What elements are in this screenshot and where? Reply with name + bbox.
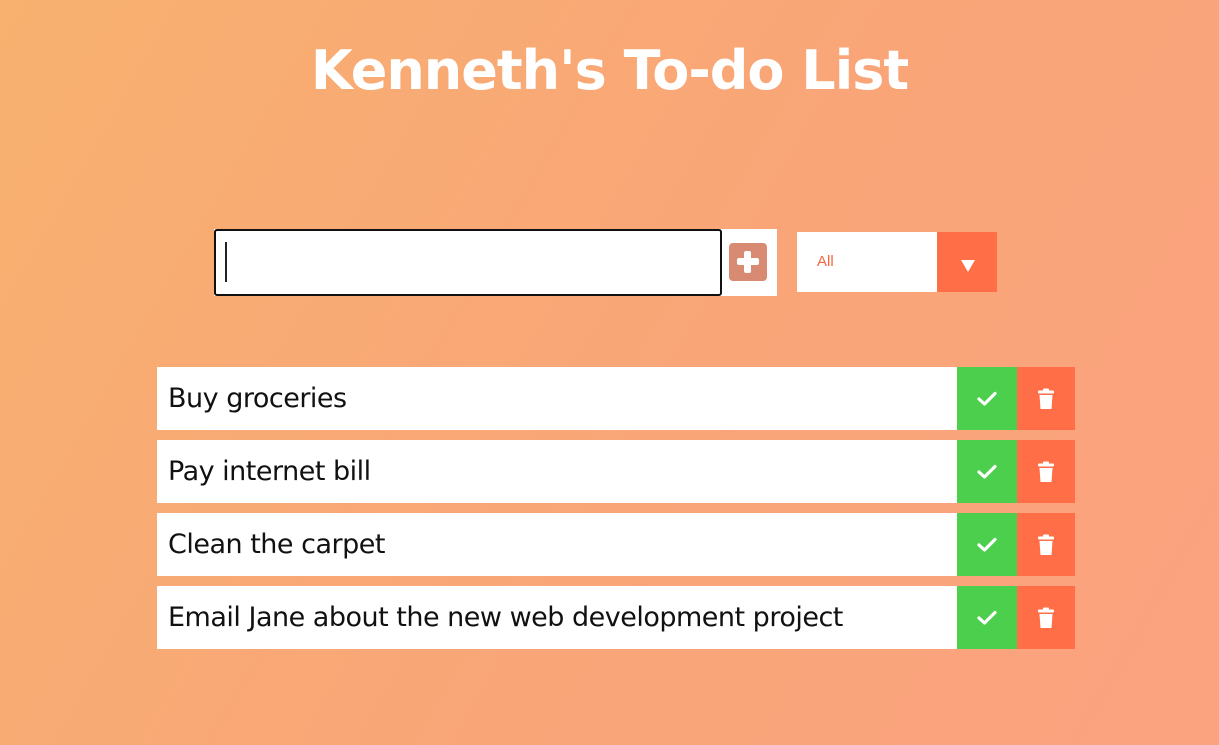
check-icon	[977, 610, 997, 625]
chevron-down-icon	[961, 260, 975, 272]
todo-text: Pay internet bill	[168, 456, 371, 487]
trash-icon	[1038, 388, 1054, 409]
todo-text: Email Jane about the new web development…	[168, 602, 843, 633]
filter-select[interactable]: All	[797, 232, 997, 292]
todo-input[interactable]	[214, 229, 722, 296]
todo-item: Email Jane about the new web development…	[157, 586, 1075, 649]
trash-icon	[1038, 534, 1054, 555]
check-icon	[977, 464, 997, 479]
todo-text: Clean the carpet	[168, 529, 385, 560]
plus-icon	[729, 243, 767, 281]
todo-text: Buy groceries	[168, 383, 347, 414]
todo-item: Pay internet bill	[157, 440, 1075, 503]
todo-list: Buy groceries Pay internet bill Clean th…	[157, 367, 1075, 659]
trash-icon	[1038, 607, 1054, 628]
delete-button[interactable]	[1017, 440, 1075, 503]
add-todo-button[interactable]	[729, 243, 767, 281]
page-title: Kenneth's To-do List	[310, 39, 909, 102]
check-icon	[977, 537, 997, 552]
complete-button[interactable]	[957, 440, 1017, 503]
delete-button[interactable]	[1017, 586, 1075, 649]
complete-button[interactable]	[957, 586, 1017, 649]
delete-button[interactable]	[1017, 367, 1075, 430]
complete-button[interactable]	[957, 513, 1017, 576]
todo-item: Clean the carpet	[157, 513, 1075, 576]
delete-button[interactable]	[1017, 513, 1075, 576]
todo-form	[214, 229, 777, 296]
check-icon	[977, 391, 997, 406]
filter-selected-value: All	[817, 253, 834, 270]
text-cursor	[225, 242, 227, 282]
todo-item: Buy groceries	[157, 367, 1075, 430]
complete-button[interactable]	[957, 367, 1017, 430]
filter-dropdown-button[interactable]	[937, 232, 997, 292]
trash-icon	[1038, 461, 1054, 482]
